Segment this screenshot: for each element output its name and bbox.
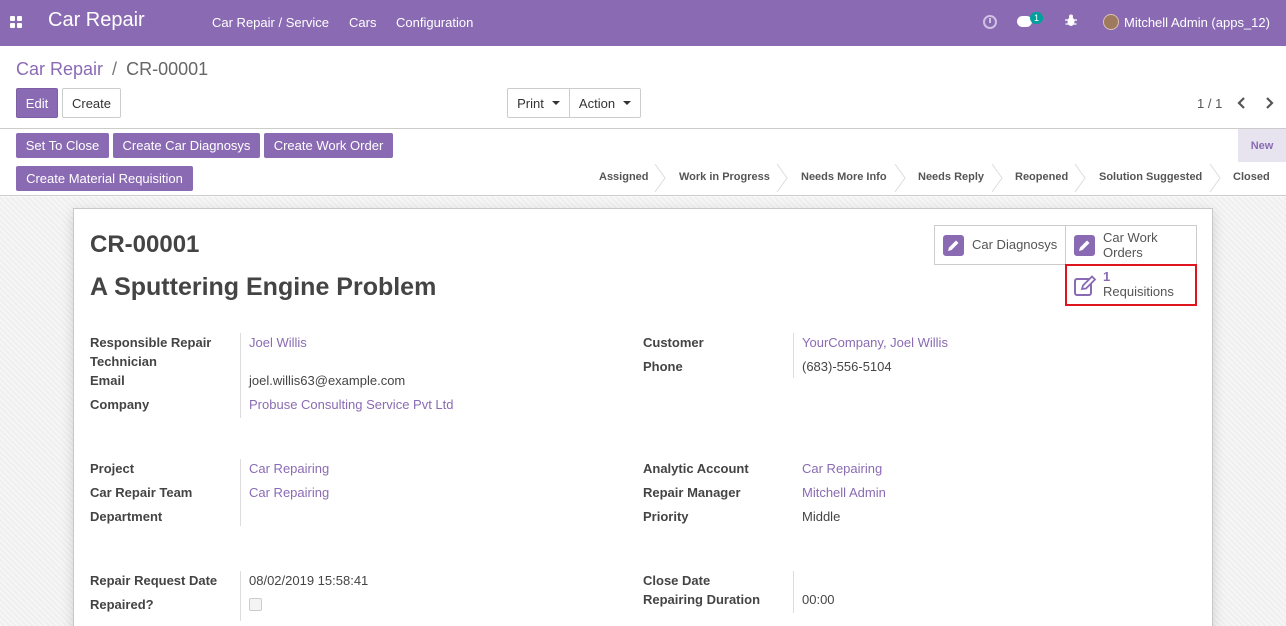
field-divider [793,333,794,378]
requisitions-label: Requisitions [1103,284,1174,299]
car-diagnosys-label: Car Diagnosys [972,237,1058,252]
stage-separator [894,164,906,192]
repair-request-date-value: 08/02/2019 15:58:41 [249,573,369,588]
car-diagnosys-smart-button[interactable]: Car Diagnosys [934,225,1066,265]
breadcrumb: Car Repair / CR-00001 [16,59,208,80]
car-work-orders-label: Car Work Orders [1103,230,1158,260]
edit-button[interactable]: Edit [16,88,58,118]
field-divider [240,459,241,526]
stage-separator [991,164,1003,192]
stage-needs-more-info[interactable]: Needs More Info [801,171,887,183]
print-label: Print [517,95,544,111]
app-title: Car Repair [48,9,145,31]
chat-count-badge: 1 [1030,12,1044,24]
analytic-account-label: Analytic Account [643,461,749,476]
breadcrumb-separator: / [112,59,118,79]
email-value: joel.willis63@example.com [249,373,406,388]
form-sheet: CR-00001 A Sputtering Engine Problem Car… [73,208,1213,626]
stage-separator [654,164,666,192]
close-date-label: Close Date [643,573,711,588]
pencil-icon [1074,235,1095,256]
car-repair-team-label: Car Repair Team [90,485,193,500]
company-label: Company [90,397,150,412]
project-value[interactable]: Car Repairing [249,459,329,478]
stage-separator [1074,164,1086,192]
record-subject: A Sputtering Engine Problem [90,273,437,301]
pencil-icon [943,235,964,256]
project-label: Project [90,461,135,476]
requisitions-count: 1 [1103,269,1111,284]
menu-cars[interactable]: Cars [349,15,376,30]
repair-request-date-label: Repair Request Date [90,573,218,588]
bug-icon[interactable] [1065,14,1077,31]
analytic-account-value[interactable]: Car Repairing [802,459,882,478]
form-header: Set To Close Create Car Diagnosys Create… [0,129,1286,196]
create-work-order-button[interactable]: Create Work Order [264,133,393,158]
stage-reopened[interactable]: Reopened [1015,171,1068,183]
activity-clock-icon[interactable] [983,15,997,29]
repair-manager-label: Repair Manager [643,485,741,500]
stage-solution-suggested[interactable]: Solution Suggested [1099,171,1202,183]
top-navbar: Car Repair Car Repair / Service Cars Con… [0,0,1286,46]
repaired-label: Repaired? [90,597,154,612]
pager-value[interactable]: 1 / 1 [1197,96,1222,111]
email-label: Email [90,373,125,388]
menu-configuration[interactable]: Configuration [396,15,473,30]
user-menu[interactable]: Mitchell Admin (apps_12) [1124,15,1270,30]
print-dropdown[interactable]: Print [507,88,570,118]
breadcrumb-current: CR-00001 [126,59,209,79]
stage-assigned[interactable]: Assigned [599,171,649,183]
field-divider [240,333,241,418]
apps-grid-icon[interactable] [10,16,23,28]
action-label: Action [578,95,616,111]
stage-work-in-progress[interactable]: Work in Progress [679,171,770,183]
repairing-duration-value: 00:00 [802,592,835,607]
caret-down-icon [551,101,560,105]
repair-manager-value[interactable]: Mitchell Admin [802,483,886,502]
stage-separator [1209,164,1221,192]
responsible-technician-label: Responsible Repair Technician [90,335,212,369]
chevron-right-icon[interactable] [1265,96,1274,114]
create-car-diagnosys-button[interactable]: Create Car Diagnosys [113,133,260,158]
menu-car-repair-service[interactable]: Car Repair / Service [212,15,329,30]
edit-square-icon [1074,275,1098,300]
breadcrumb-parent-link[interactable]: Car Repair [16,59,103,79]
stage-separator [776,164,788,192]
set-to-close-button[interactable]: Set To Close [16,133,109,158]
record-name: CR-00001 [90,231,200,258]
phone-label: Phone [643,359,683,374]
repaired-checkbox[interactable] [249,598,262,611]
customer-value[interactable]: YourCompany, Joel Willis [802,333,948,352]
priority-label: Priority [643,509,689,524]
phone-value: (683)-556-5104 [802,359,892,374]
priority-value: Middle [802,509,841,524]
field-divider [793,571,794,613]
action-dropdown[interactable]: Action [569,88,641,118]
responsible-technician-value[interactable]: Joel Willis [249,333,307,352]
stage-closed[interactable]: Closed [1233,171,1270,183]
car-repair-team-value[interactable]: Car Repairing [249,483,329,502]
create-button[interactable]: Create [62,88,121,118]
user-avatar[interactable] [1103,14,1119,30]
stage-needs-reply[interactable]: Needs Reply [918,171,984,183]
customer-label: Customer [643,335,704,350]
chevron-left-icon[interactable] [1237,96,1246,114]
car-work-orders-smart-button[interactable]: Car Work Orders [1065,225,1197,265]
stage-new-current[interactable]: New [1238,129,1286,162]
company-value[interactable]: Probuse Consulting Service Pvt Ltd [249,395,454,414]
create-material-requisition-button[interactable]: Create Material Requisition [16,166,193,191]
field-divider [240,571,241,621]
requisitions-smart-button[interactable]: 1 Requisitions [1065,264,1197,306]
control-panel: Car Repair / CR-00001 Edit Create Print … [0,46,1286,129]
department-label: Department [90,509,163,524]
repairing-duration-label: Repairing Duration [643,592,761,607]
caret-down-icon [623,101,632,105]
